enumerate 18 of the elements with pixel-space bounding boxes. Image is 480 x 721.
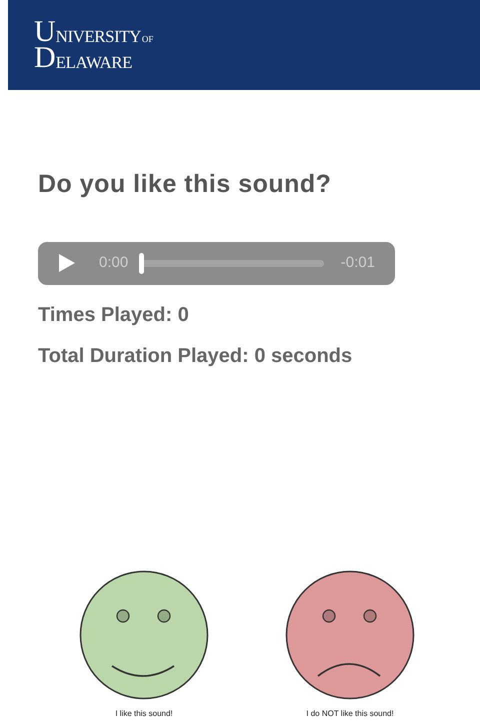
seek-thumb[interactable]	[139, 252, 144, 274]
logo-initial: U	[34, 19, 56, 45]
stat-text: Times Played: 0	[38, 302, 190, 328]
play-icon[interactable]	[58, 253, 76, 273]
sad-face-button[interactable]	[285, 570, 415, 700]
stat-text: Total Duration Played: 0 seconds	[38, 344, 354, 368]
seek-track[interactable]	[141, 260, 324, 266]
remaining-time: -0:01	[340, 252, 375, 273]
choice-label: I like this sound!	[115, 708, 173, 720]
smiley-face-button[interactable]	[79, 570, 209, 700]
elapsed-time: 0:00	[99, 252, 128, 273]
logo-text: OF	[142, 35, 154, 44]
logo-text: ELAWARE	[56, 54, 132, 71]
choice-label: I do NOT like this sound!	[306, 708, 394, 720]
question-heading: Do you like this sound?	[38, 169, 332, 200]
logo-text: NIVERSITY	[56, 28, 141, 45]
logo-initial: D	[34, 45, 56, 71]
university-logo[interactable]: UNIVERSITYOF DELAWARE	[34, 19, 154, 71]
